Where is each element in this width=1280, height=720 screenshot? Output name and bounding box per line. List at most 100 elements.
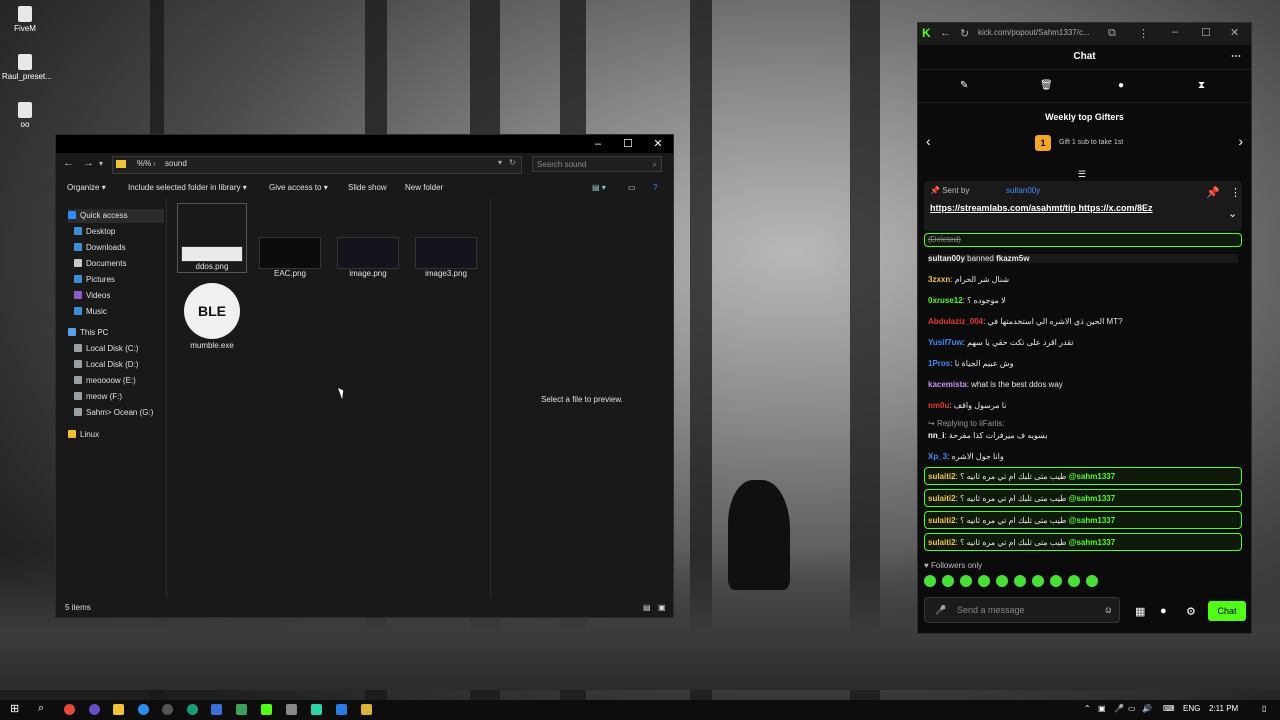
nav-disk-d[interactable]: Local Disk (D:) — [74, 358, 138, 372]
help-icon[interactable]: ? — [653, 183, 657, 192]
new-folder-button[interactable]: New folder — [405, 183, 443, 192]
store-icon[interactable]: ▦ — [1135, 605, 1145, 618]
microphone-icon[interactable]: 🎤 — [935, 598, 946, 622]
emote-icon[interactable] — [1014, 575, 1026, 587]
emote-icon[interactable] — [978, 575, 990, 587]
close-button[interactable]: ✕ — [1230, 26, 1239, 39]
nav-disk-c[interactable]: Local Disk (C:) — [74, 342, 138, 356]
prev-arrow-icon[interactable]: ‹ — [926, 133, 931, 149]
emote-icon[interactable] — [1032, 575, 1044, 587]
desktop-icon-fivem[interactable]: FiveM — [2, 6, 48, 33]
maximize-button[interactable]: ☐ — [613, 135, 643, 153]
pinned-links[interactable]: https://streamlabs.com/asahmt/tip https:… — [930, 203, 1153, 213]
app-icon[interactable] — [311, 704, 322, 715]
clock[interactable]: 2:11 PM — [1209, 704, 1238, 713]
extensions-icon[interactable]: ⧉ — [1108, 27, 1116, 40]
nav-downloads[interactable]: Downloads — [74, 241, 126, 255]
chat-options-icon[interactable]: ● — [1160, 605, 1167, 617]
nav-music[interactable]: Music — [74, 305, 107, 319]
language-indicator[interactable]: ENG — [1183, 704, 1200, 713]
give-access-button[interactable]: Give access to ▾ — [269, 183, 328, 192]
telegram-icon[interactable] — [138, 704, 149, 715]
emote-icon[interactable] — [960, 575, 972, 587]
search-box[interactable]: Search sound ⌕ — [532, 156, 662, 172]
search-icon[interactable]: ⌕ — [38, 702, 44, 715]
app-icon[interactable] — [236, 704, 247, 715]
file-explorer-icon[interactable] — [113, 704, 124, 715]
nav-documents[interactable]: Documents — [74, 257, 126, 271]
nav-disk-e[interactable]: meoooow (E:) — [74, 374, 136, 388]
microphone-icon[interactable]: 🎤 — [1114, 704, 1124, 713]
more-options-icon[interactable]: ⋯ — [1231, 45, 1241, 69]
message-input[interactable]: 🎤 Send a message ☺ — [924, 597, 1120, 623]
start-icon[interactable]: ⊞ — [10, 702, 19, 715]
volume-icon[interactable]: 🔊 — [1142, 704, 1152, 713]
include-in-library-button[interactable]: Include selected folder in library ▾ — [128, 183, 247, 192]
refresh-icon[interactable]: ↻ — [509, 158, 516, 167]
pinned-menu-icon[interactable]: ⋮ — [1230, 186, 1241, 199]
minimize-button[interactable]: – — [1172, 26, 1178, 38]
emote-icon[interactable] — [1068, 575, 1080, 587]
file-eac[interactable]: EAC.png — [255, 237, 325, 278]
back-icon[interactable]: ← — [63, 157, 74, 169]
forward-icon[interactable]: → — [83, 157, 94, 169]
minimize-button[interactable]: – — [583, 135, 613, 153]
emote-icon[interactable] — [1086, 575, 1098, 587]
nav-this-pc[interactable]: This PC — [68, 326, 108, 340]
pinned-user[interactable]: sultan00y — [1006, 186, 1040, 195]
vscode-icon[interactable] — [336, 704, 347, 715]
delete-tool-icon[interactable]: 🗑 — [1040, 80, 1053, 91]
edge-icon[interactable] — [187, 704, 198, 715]
keyboard-icon[interactable]: ⌨ — [1163, 704, 1175, 713]
notifications-icon[interactable]: ▯ — [1262, 704, 1266, 713]
tray-app-icon[interactable]: ▣ — [1098, 704, 1106, 713]
chat-bubble-icon[interactable]: ● — [1118, 80, 1124, 91]
collapse-icon[interactable]: ☰ — [1078, 169, 1086, 180]
address-bar[interactable]: %% › sound ▾ ↻ — [112, 156, 522, 174]
next-arrow-icon[interactable]: › — [1238, 133, 1243, 149]
desktop-icon-oo[interactable]: oo — [2, 102, 48, 129]
pin-tool-icon[interactable]: ✎ — [960, 80, 968, 91]
display-icon[interactable]: ▭ — [1128, 704, 1136, 713]
emoji-icon[interactable]: ☺ — [1104, 598, 1113, 622]
organize-button[interactable]: Organize ▾ — [67, 183, 106, 192]
file-ddos[interactable]: ddos.png — [177, 203, 247, 273]
nav-desktop[interactable]: Desktop — [74, 225, 115, 239]
slide-show-button[interactable]: Slide show — [348, 183, 387, 192]
emote-icon[interactable] — [996, 575, 1008, 587]
view-options-icon[interactable]: ▤ ▾ — [592, 183, 606, 192]
tray-chevron-icon[interactable]: ⌃ — [1084, 704, 1091, 713]
kick-icon[interactable] — [261, 704, 272, 715]
url-text[interactable]: kick.com/popout/Sahm1337/c... — [978, 28, 1090, 37]
nav-quick-access[interactable]: Quick access — [68, 209, 164, 223]
reload-icon[interactable]: ↻ — [960, 27, 969, 40]
address-dropdown-icon[interactable]: ▾ — [498, 158, 502, 167]
emote-icon[interactable] — [942, 575, 954, 587]
nav-disk-f[interactable]: meow (F:) — [74, 390, 122, 404]
emote-icon[interactable] — [924, 575, 936, 587]
breadcrumb-root[interactable]: %% — [137, 159, 151, 168]
file-image3[interactable]: image3.png — [411, 237, 481, 278]
send-chat-button[interactable]: Chat — [1208, 601, 1246, 621]
chrome-icon[interactable] — [64, 704, 75, 715]
maximize-button[interactable]: ☐ — [1201, 26, 1211, 39]
nav-linux[interactable]: Linux — [68, 428, 99, 442]
menu-icon[interactable]: ⋮ — [1138, 27, 1149, 40]
back-icon[interactable]: ← — [940, 27, 951, 39]
expand-icon[interactable]: ⌄ — [1228, 207, 1237, 220]
app-icon[interactable] — [361, 704, 372, 715]
preview-pane-icon[interactable]: ▭ — [628, 183, 636, 192]
details-view-icon[interactable]: ▤ — [643, 599, 651, 617]
desktop-icon-raul-preset[interactable]: Raul_preset... — [2, 54, 52, 81]
recent-dropdown-icon[interactable]: ▾ — [99, 159, 103, 168]
close-button[interactable]: ✕ — [643, 135, 673, 153]
app-icon[interactable] — [286, 704, 297, 715]
emote-icon[interactable] — [1050, 575, 1062, 587]
unpin-icon[interactable]: 📌 — [1206, 186, 1220, 199]
large-icons-view-icon[interactable]: ▣ — [658, 599, 666, 617]
app-icon[interactable] — [211, 704, 222, 715]
app-icon[interactable] — [162, 704, 173, 715]
nav-disk-g[interactable]: Sahm> Ocean (G:) — [74, 406, 153, 420]
file-image[interactable]: image.png — [333, 237, 403, 278]
discord-icon[interactable] — [89, 704, 100, 715]
